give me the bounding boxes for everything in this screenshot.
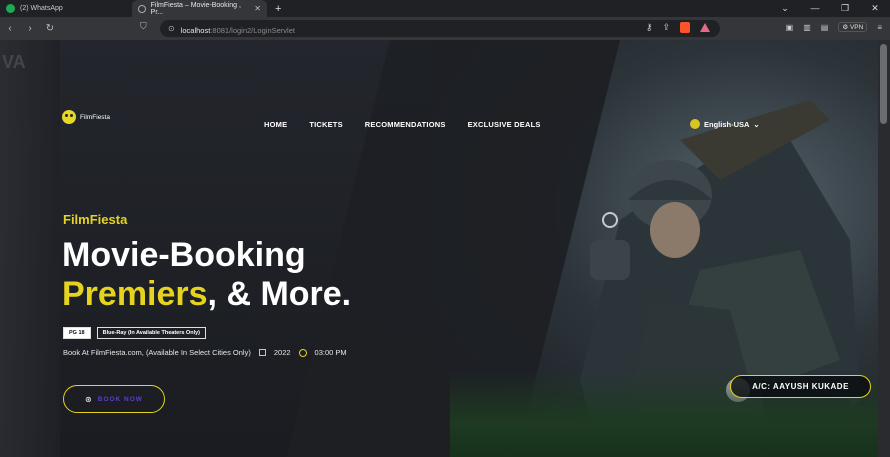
logo-text: FilmFiesta bbox=[80, 113, 110, 121]
new-tab-icon[interactable]: + bbox=[275, 3, 281, 15]
time-text: 03:00 PM bbox=[314, 348, 347, 357]
clock-icon bbox=[298, 348, 307, 357]
hero-brand: FilmFiesta bbox=[63, 212, 128, 227]
vpn-label: VPN bbox=[849, 24, 864, 31]
close-tab-icon[interactable]: ✕ bbox=[254, 4, 261, 13]
nav-exclusive-deals[interactable]: EXCLUSIVE DEALS bbox=[468, 120, 541, 129]
language-label: English-USA bbox=[704, 119, 750, 129]
year-text: 2022 bbox=[273, 348, 291, 357]
nav-recommendations[interactable]: RECOMMENDATIONS bbox=[365, 120, 446, 129]
wallet-icon[interactable]: ▤ bbox=[821, 23, 829, 32]
nav-tickets[interactable]: TICKETS bbox=[309, 120, 342, 129]
chevron-down-icon: ⌄ bbox=[753, 119, 760, 129]
site-info-icon[interactable]: ⊙ bbox=[168, 24, 175, 33]
book-now-label: BOOK NOW bbox=[97, 395, 143, 403]
booking-info-text: Book At FilmFiesta.com, (Available In Se… bbox=[63, 348, 251, 357]
globe-icon bbox=[138, 4, 146, 13]
rating-badge: PG 18 bbox=[63, 327, 91, 339]
logo-icon bbox=[62, 110, 76, 124]
booking-info: Book At FilmFiesta.com, (Available In Se… bbox=[63, 348, 347, 357]
reload-icon[interactable]: ↻ bbox=[40, 23, 60, 34]
tab-filmfiesta[interactable]: FilmFiesta – Movie-Booking , Pr... ✕ bbox=[132, 0, 267, 17]
browser-tab-bar: (2) WhatsApp FilmFiesta – Movie-Booking … bbox=[0, 0, 890, 17]
headline-rest: , & More. bbox=[207, 275, 352, 313]
account-button[interactable]: A/C: AAYUSH KUKADE bbox=[730, 375, 871, 398]
browser-toolbar: ‹ › ↻ ⛉ ⊙ localhost:8081/login2/LoginSer… bbox=[0, 17, 890, 40]
url-path: :8081/login2/LoginServlet bbox=[210, 25, 295, 35]
bookmark-icon[interactable]: ⛉ bbox=[140, 21, 147, 32]
minimize-icon[interactable]: — bbox=[800, 3, 830, 14]
scrollbar-thumb[interactable] bbox=[880, 44, 887, 124]
movie-badges: PG 18 Blue-Ray (In Available Theaters On… bbox=[63, 327, 206, 339]
site-logo[interactable]: FilmFiesta bbox=[62, 110, 110, 124]
main-nav: HOME TICKETS RECOMMENDATIONS EXCLUSIVE D… bbox=[264, 120, 541, 129]
extensions-icon[interactable]: ▣ bbox=[786, 23, 794, 32]
faded-poster: VA bbox=[0, 40, 60, 457]
nav-home[interactable]: HOME bbox=[264, 120, 287, 129]
headline-highlight: Premiers bbox=[62, 275, 208, 313]
close-window-icon[interactable]: ✕ bbox=[860, 3, 890, 14]
globe-icon bbox=[690, 119, 700, 129]
format-badge: Blue-Ray (In Available Theaters Only) bbox=[96, 327, 206, 339]
sidebar-icon[interactable]: ▥ bbox=[803, 23, 811, 32]
faded-poster-text: VA bbox=[2, 52, 26, 72]
whatsapp-icon bbox=[6, 4, 15, 13]
share-icon[interactable]: ⇪ bbox=[662, 22, 670, 33]
book-now-button[interactable]: ⊛ BOOK NOW bbox=[63, 385, 165, 413]
tab-label: (2) WhatsApp bbox=[20, 5, 63, 12]
tab-search-icon[interactable]: ⌄ bbox=[770, 3, 800, 14]
key-icon[interactable]: ⚷ bbox=[646, 22, 653, 33]
vpn-button[interactable]: ⚙ VPN bbox=[838, 22, 868, 32]
address-bar[interactable]: ⊙ localhost:8081/login2/LoginServlet ⚷ ⇪ bbox=[160, 20, 720, 37]
back-icon[interactable]: ‹ bbox=[0, 23, 20, 34]
url-host: localhost bbox=[180, 25, 211, 35]
brave-shields-icon[interactable] bbox=[680, 22, 690, 33]
brave-rewards-icon[interactable] bbox=[700, 23, 710, 32]
ticket-icon: ⊛ bbox=[85, 394, 92, 404]
forward-icon[interactable]: › bbox=[20, 23, 40, 34]
hero-headline-line2: Premiers, & More. bbox=[62, 275, 351, 313]
hero-headline-line1: Movie-Booking bbox=[62, 236, 306, 274]
calendar-icon bbox=[258, 349, 266, 356]
tab-whatsapp[interactable]: (2) WhatsApp bbox=[0, 0, 132, 17]
window-controls: ⌄ — ❐ ✕ bbox=[770, 3, 890, 14]
language-selector[interactable]: English-USA ⌄ bbox=[690, 119, 760, 129]
maximize-icon[interactable]: ❐ bbox=[830, 3, 860, 14]
tab-label: FilmFiesta – Movie-Booking , Pr... bbox=[150, 1, 241, 16]
menu-icon[interactable]: ≡ bbox=[877, 23, 882, 32]
page-viewport: VA FilmFiesta HOME TICKETS RECOMMENDATIO… bbox=[0, 40, 878, 457]
